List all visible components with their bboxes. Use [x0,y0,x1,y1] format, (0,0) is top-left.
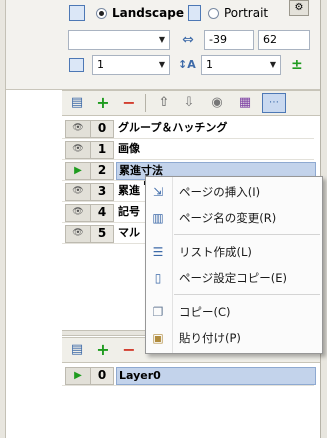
page-index: 3 [90,183,114,201]
eye-icon[interactable]: 👁 [65,120,91,138]
layer-name: Layer0 [116,367,316,385]
visibility-icon[interactable]: ◉ [208,94,226,112]
layer-row-selected[interactable]: ▶ 0 Layer0 [62,365,316,386]
eye-icon[interactable]: 👁 [65,225,91,243]
menu-item-rename-page[interactable]: ▥ ページ名の変更(R) [146,206,322,230]
portrait-label: Portrait [224,6,269,20]
chevron-down-icon: ▼ [269,60,276,69]
menu-item-copy[interactable]: ❐ コピー(C) [146,300,322,324]
new-layer-icon[interactable]: ▤ [68,341,86,359]
page-size-select[interactable]: 1 ▼ [92,55,170,75]
page-index: 0 [90,120,114,138]
page-index: 1 [90,141,114,159]
current-layer-play-icon[interactable]: ▶ [65,367,91,385]
menu-item-create-list[interactable]: ☰ リスト作成(L) [146,240,322,264]
offset-y-input[interactable]: 62 [258,30,310,50]
landscape-radio[interactable] [96,8,107,19]
menu-item-insert-page[interactable]: ⇲ ページの挿入(I) [146,180,322,204]
paste-icon: ▣ [152,331,164,345]
eye-icon[interactable]: 👁 [65,183,91,201]
add-scale-icon[interactable]: ± [291,56,309,74]
page-name: 画像 [118,142,140,155]
menu-separator [174,234,320,235]
menu-item-label: ページ設定コピー(E) [179,271,288,285]
menu-item-label: コピー(C) [179,305,231,319]
page-list-view-icon[interactable]: ⋯ [262,93,286,113]
menu-item-label: ページの挿入(I) [179,185,261,199]
page-select[interactable]: ▼ [68,30,170,50]
scale-icon: ↕A [178,58,196,71]
menu-item-paste[interactable]: ▣ 貼り付け(P) [146,326,322,350]
chevron-down-icon: ▼ [158,60,165,69]
landscape-label: Landscape [112,6,184,20]
page-index: 5 [90,225,114,243]
portrait-radio[interactable] [208,8,219,19]
page-index: 2 [90,162,114,180]
add-page-icon[interactable]: + [94,94,112,112]
portrait-page-icon [188,5,201,21]
offset-x-input[interactable]: -39 [204,30,254,50]
list-icon: ☰ [152,245,164,259]
layer-index: 0 [90,367,114,385]
context-menu: ⇲ ページの挿入(I) ▥ ページ名の変更(R) ☰ リスト作成(L) ▯ ペー… [145,176,323,354]
delete-page-icon[interactable]: − [120,94,138,112]
landscape-page-icon [69,5,85,21]
page-size-icon [69,58,84,72]
color-icon[interactable]: ▦ [236,94,254,112]
menu-separator [174,294,320,295]
copy-settings-icon: ▯ [154,271,162,285]
left-edge-strip [0,0,6,438]
rename-page-icon: ▥ [152,211,164,225]
move-up-icon[interactable]: ⇧ [155,94,173,112]
menu-item-label: リスト作成(L) [179,245,252,259]
page-setup-button[interactable]: ⚙ [289,0,309,16]
menu-item-label: ページ名の変更(R) [179,211,277,225]
add-layer-icon[interactable]: + [94,341,112,359]
current-page-play-icon[interactable]: ▶ [65,162,91,180]
page-row[interactable]: 👁 1 画像 [62,139,314,160]
copy-icon: ❐ [152,305,164,319]
menu-item-copy-page-settings[interactable]: ▯ ページ設定コピー(E) [146,266,322,290]
eye-icon[interactable]: 👁 [65,141,91,159]
delete-layer-icon[interactable]: − [120,341,138,359]
offset-move-icon: ⇔ [182,32,194,48]
menu-item-label: 貼り付け(P) [179,331,241,345]
page-row[interactable]: 👁 0 グループ＆ハッチング [62,118,314,139]
toolbar-divider [145,94,146,112]
move-down-icon[interactable]: ⇩ [180,94,198,112]
layer-list: ▶ 0 Layer0 [62,365,320,438]
page-index: 4 [90,204,114,222]
page-name: グループ＆ハッチング [118,121,228,134]
new-page-icon[interactable]: ▤ [68,94,86,112]
scale-select[interactable]: 1 ▼ [201,55,281,75]
eye-icon[interactable]: 👁 [65,204,91,222]
chevron-down-icon: ▼ [158,35,165,44]
insert-page-icon: ⇲ [152,185,164,199]
scale-value: 1 [206,58,213,71]
page-size-value: 1 [97,58,104,71]
